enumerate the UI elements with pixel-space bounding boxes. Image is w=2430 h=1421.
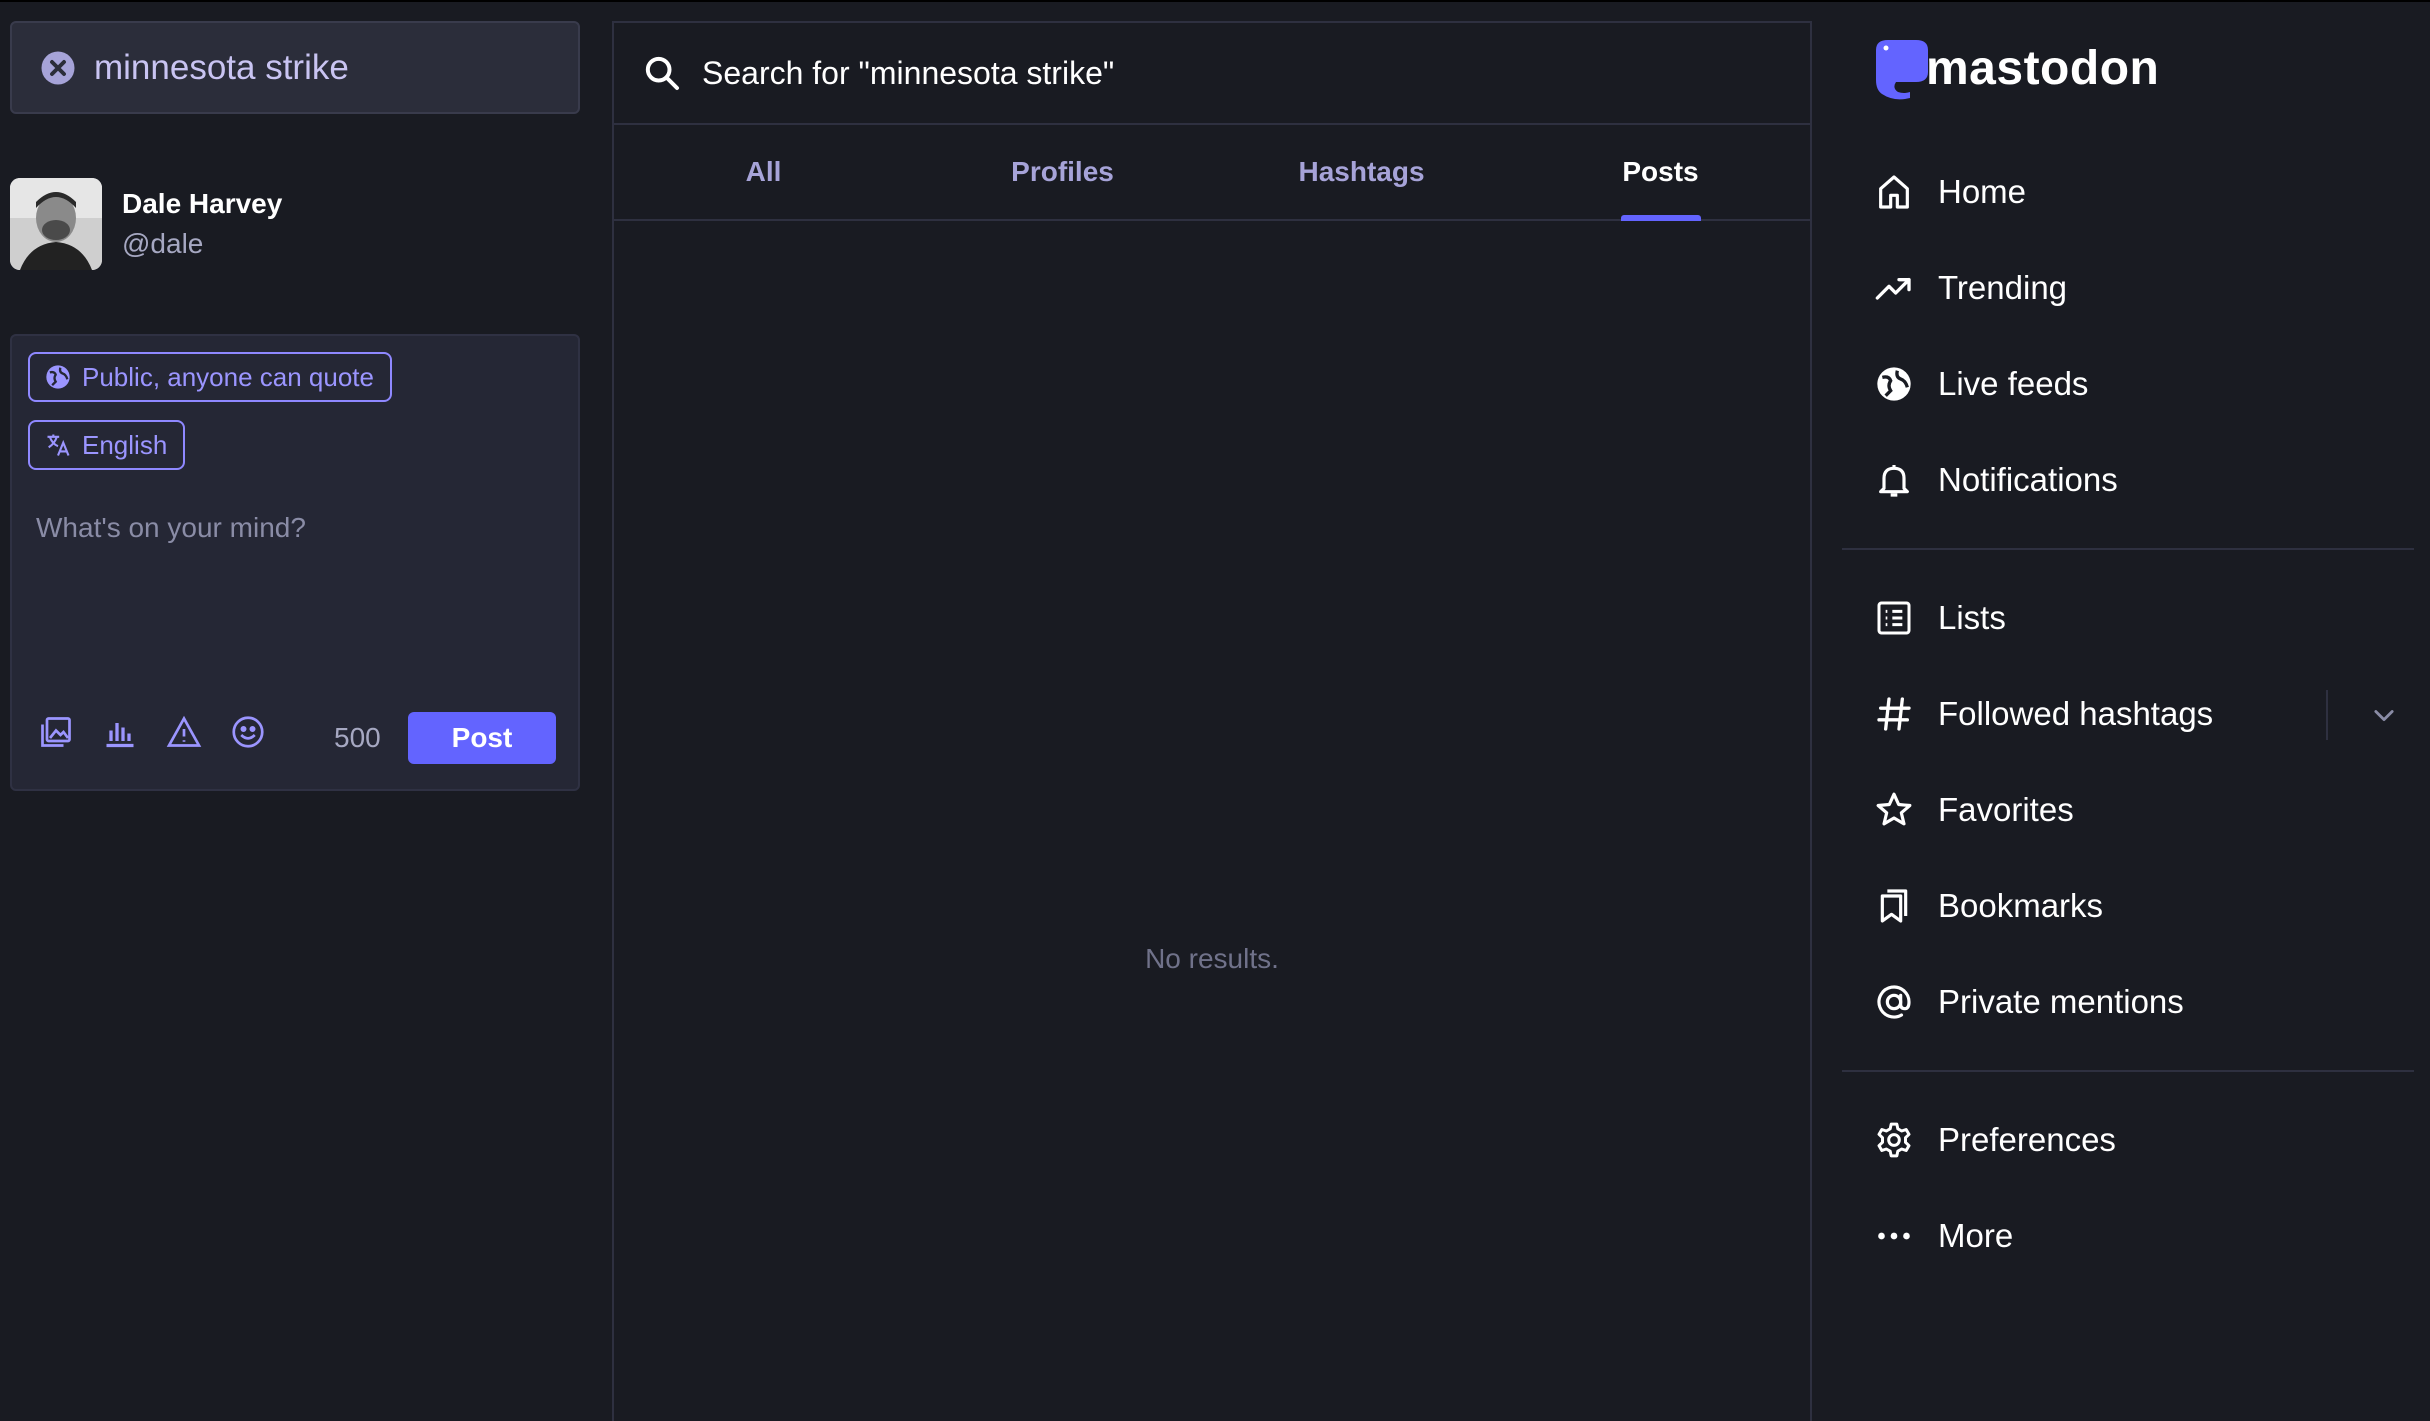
add-media-button[interactable] xyxy=(36,712,76,752)
hashtag-icon xyxy=(1877,697,1911,731)
results-title: Search for "minnesota strike" xyxy=(702,54,1115,91)
nav-live-feeds[interactable]: Live feeds xyxy=(1874,348,2394,420)
nav-lists[interactable]: Lists xyxy=(1874,582,2394,654)
add-poll-button[interactable] xyxy=(100,712,140,752)
tab-profiles[interactable]: Profiles xyxy=(913,125,1212,219)
nav-bookmarks[interactable]: Bookmarks xyxy=(1874,870,2394,942)
search-input[interactable]: minnesota strike xyxy=(10,21,580,114)
search-icon xyxy=(645,56,679,90)
nav-label: More xyxy=(1938,1217,2014,1254)
nav-trending[interactable]: Trending xyxy=(1874,252,2394,324)
brand-wordmark: mastodon xyxy=(1926,41,2160,95)
nav-label: Preferences xyxy=(1938,1121,2116,1158)
nav-label: Lists xyxy=(1938,599,2006,636)
tab-posts[interactable]: Posts xyxy=(1511,125,1810,219)
compose-textarea[interactable]: What's on your mind? xyxy=(36,512,306,544)
search-query: minnesota strike xyxy=(94,47,349,87)
nav-private-mentions[interactable]: Private mentions xyxy=(1874,966,2394,1038)
more-icon xyxy=(1878,1232,1910,1240)
tab-all[interactable]: All xyxy=(614,125,913,219)
home-icon xyxy=(1879,175,1909,209)
avatar[interactable] xyxy=(10,178,102,270)
chevron-down-icon xyxy=(2374,710,2394,722)
results-header: Search for "minnesota strike" xyxy=(614,23,1810,125)
image-icon xyxy=(41,717,71,747)
bookmark-icon xyxy=(1880,889,1908,923)
nav-followed-hashtags[interactable]: Followed hashtags xyxy=(1874,678,2314,750)
nav-favorites[interactable]: Favorites xyxy=(1874,774,2394,846)
language-label: English xyxy=(82,429,168,460)
account-card[interactable]: Dale Harvey @dale xyxy=(10,178,282,270)
nav-label: Favorites xyxy=(1938,791,2074,828)
nav-label: Bookmarks xyxy=(1938,887,2104,924)
mastodon-icon xyxy=(1876,40,1928,100)
clear-search-icon[interactable] xyxy=(40,50,76,86)
account-display-name: Dale Harvey xyxy=(122,188,283,219)
followed-hashtags-expand-button[interactable] xyxy=(2326,690,2398,740)
trending-icon xyxy=(1875,278,1911,300)
nav-home[interactable]: Home xyxy=(1874,156,2394,228)
visibility-button[interactable]: Public, anyone can quote xyxy=(28,352,392,402)
nav-label: Trending xyxy=(1938,269,2068,306)
globe-icon xyxy=(1877,367,1911,401)
nav-label: Home xyxy=(1938,173,2027,210)
nav-divider xyxy=(1842,1070,2414,1072)
nav-label: Private mentions xyxy=(1938,983,2184,1020)
translate-icon xyxy=(47,434,70,456)
poll-icon xyxy=(106,723,134,748)
globe-icon xyxy=(46,365,70,389)
gear-icon xyxy=(1877,1122,1911,1158)
emoji-icon xyxy=(232,716,264,748)
mastodon-logo[interactable]: mastodon xyxy=(1870,36,2159,100)
list-icon xyxy=(1877,601,1911,635)
star-icon xyxy=(1876,792,1912,826)
nav-label: Live feeds xyxy=(1938,365,2089,402)
warning-icon xyxy=(166,715,202,747)
account-handle: @dale xyxy=(122,228,204,259)
post-button[interactable]: Post xyxy=(408,712,556,764)
bell-icon xyxy=(1879,465,1909,497)
window-top-border xyxy=(0,0,2430,2)
at-icon xyxy=(1877,985,1911,1019)
compose-form: Public, anyone can quote English What's … xyxy=(10,334,580,791)
language-button[interactable]: English xyxy=(28,420,186,470)
search-results-column: Search for "minnesota strike" All Profil… xyxy=(612,21,1812,1421)
visibility-label: Public, anyone can quote xyxy=(82,361,374,392)
empty-state-message: No results. xyxy=(1145,943,1279,974)
results-tabs: All Profiles Hashtags Posts xyxy=(614,125,1810,221)
nav-divider xyxy=(1842,548,2414,550)
nav-label: Notifications xyxy=(1938,461,2118,498)
nav-more[interactable]: More xyxy=(1874,1200,2394,1272)
nav-label: Followed hashtags xyxy=(1938,695,2214,732)
tab-hashtags[interactable]: Hashtags xyxy=(1212,125,1511,219)
emoji-button[interactable] xyxy=(228,712,268,752)
content-warning-button[interactable] xyxy=(164,712,204,752)
character-counter: 500 xyxy=(334,722,381,753)
nav-notifications[interactable]: Notifications xyxy=(1874,444,2394,516)
nav-preferences[interactable]: Preferences xyxy=(1874,1104,2394,1176)
